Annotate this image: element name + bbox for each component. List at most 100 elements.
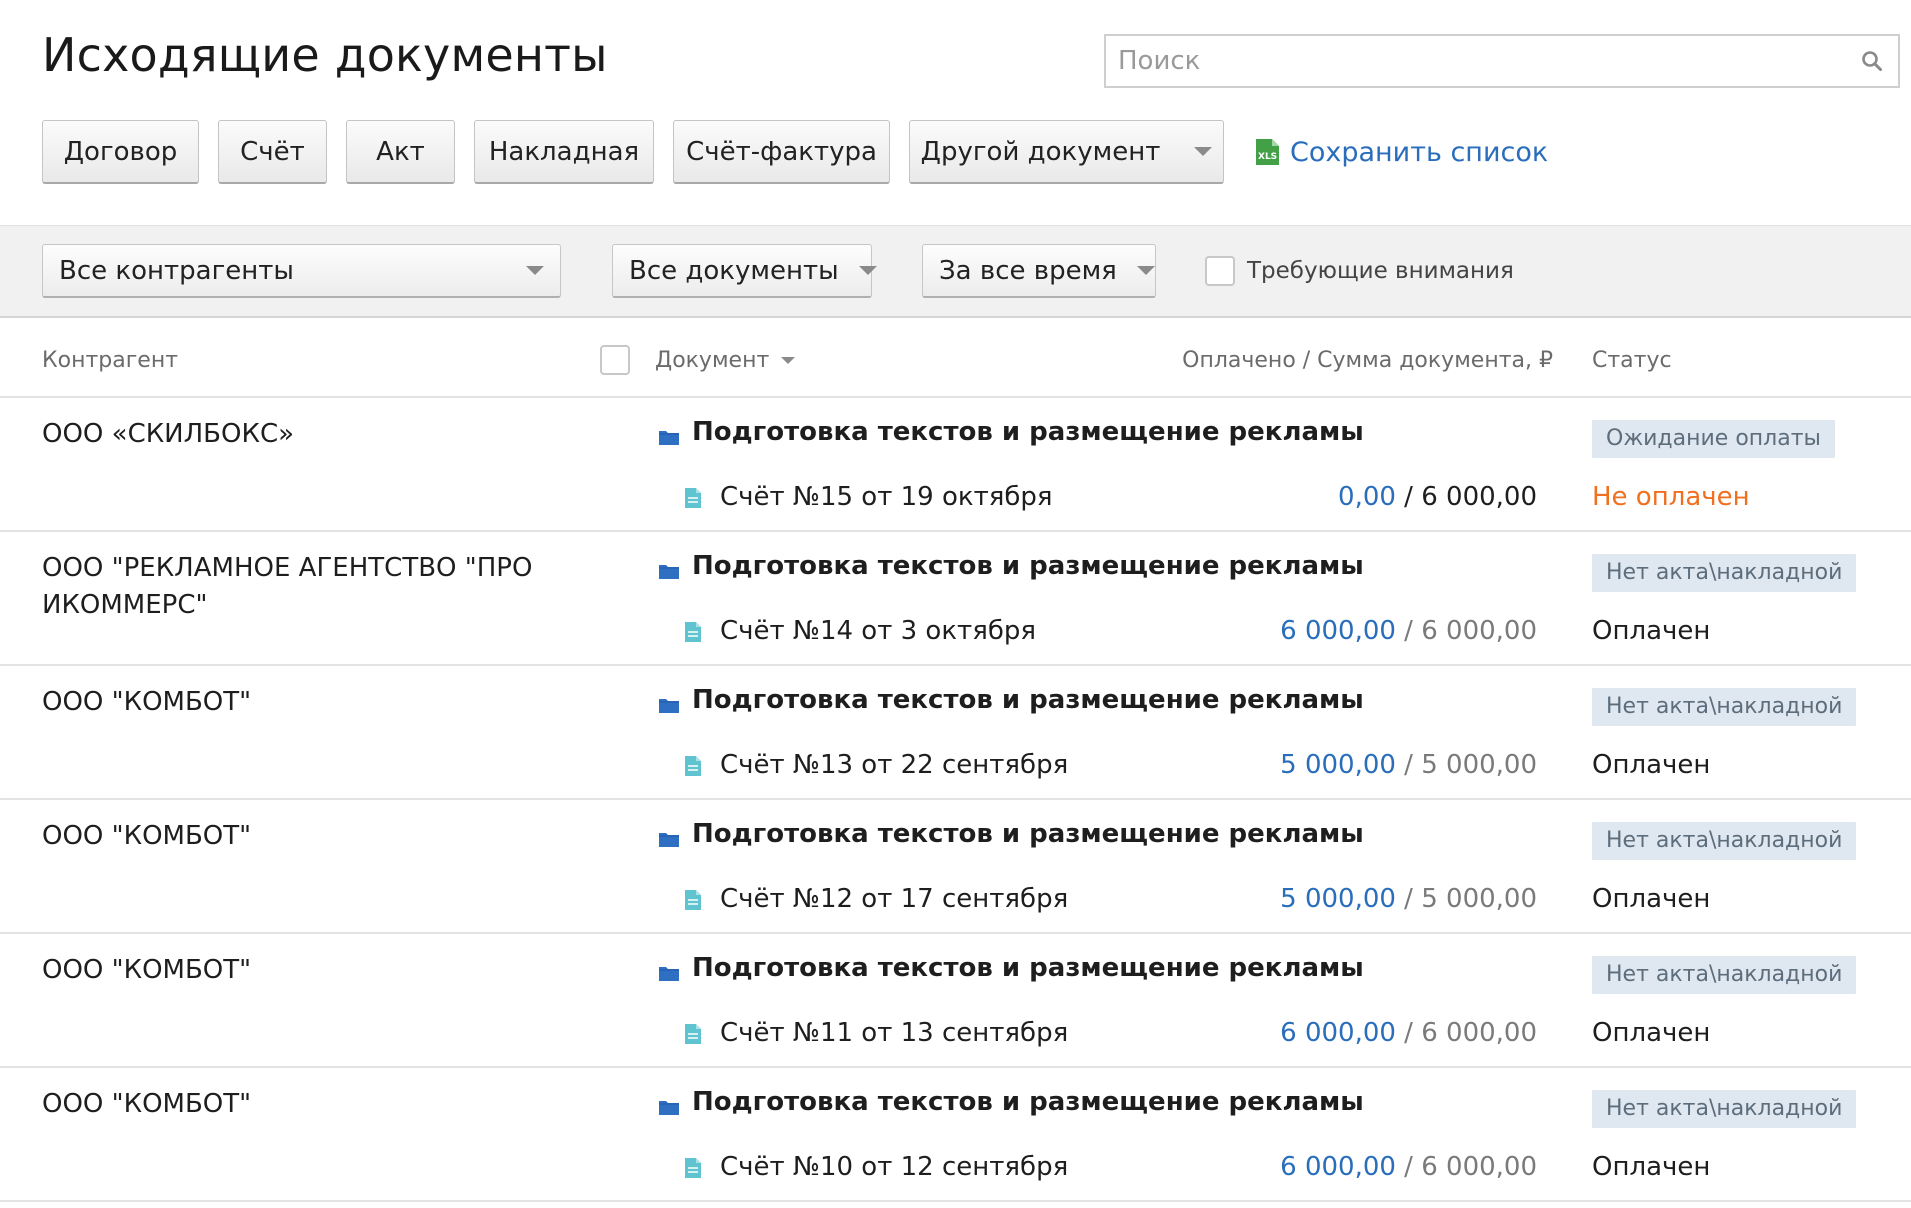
- payment-status: Оплачен: [1592, 1152, 1711, 1182]
- project-link[interactable]: Подготовка текстов и размещение рекламы: [658, 685, 1364, 715]
- amount-separator: /: [1395, 616, 1422, 646]
- status-badge: Нет акта\накладной: [1592, 956, 1857, 994]
- paid-amount: 5 000,00: [1280, 750, 1396, 780]
- contract-button[interactable]: Договор: [42, 120, 199, 184]
- amount-separator: /: [1395, 1018, 1422, 1048]
- amount: 5 000,00 / 5 000,00: [1280, 750, 1537, 780]
- status-badge: Нет акта\накладной: [1592, 554, 1857, 592]
- paid-amount: 0,00: [1338, 482, 1396, 512]
- invoice-title: Счёт №11 от 13 сентября: [720, 1018, 1069, 1048]
- total-amount: 6 000,00: [1421, 1018, 1537, 1048]
- counterparty-name: ООО «СКИЛБОКС»: [42, 419, 295, 449]
- counterparty-name: ООО "КОМБОТ": [42, 1089, 252, 1119]
- document-icon: [684, 1022, 702, 1044]
- waybill-button[interactable]: Накладная: [474, 120, 654, 184]
- amount: 6 000,00 / 6 000,00: [1280, 1018, 1537, 1048]
- sort-down-icon: [781, 357, 796, 364]
- project-link[interactable]: Подготовка текстов и размещение рекламы: [658, 819, 1364, 849]
- status-badge: Нет акта\накладной: [1592, 1090, 1857, 1128]
- document-type-buttons: Договор Счёт Акт Накладная Счёт-фактура …: [42, 120, 1548, 184]
- attention-label: Требующие внимания: [1247, 258, 1514, 284]
- folder-icon: [658, 557, 680, 579]
- documents-filter[interactable]: Все документы: [612, 244, 877, 298]
- counterparty-filter[interactable]: Все контрагенты: [42, 244, 561, 298]
- documents-filter-label: Все документы: [629, 255, 839, 286]
- project-link[interactable]: Подготовка текстов и размещение рекламы: [658, 551, 1364, 581]
- page-title: Исходящие документы: [42, 28, 608, 82]
- column-document: Документ: [655, 348, 770, 373]
- invoice-button-label: Счёт: [240, 136, 305, 167]
- amount-separator: /: [1395, 482, 1422, 512]
- project-title: Подготовка текстов и размещение рекламы: [692, 551, 1364, 581]
- paid-amount: 6 000,00: [1280, 1018, 1396, 1048]
- folder-icon: [658, 825, 680, 847]
- invoice-link[interactable]: Счёт №12 от 17 сентября: [684, 884, 1068, 914]
- project-link[interactable]: Подготовка текстов и размещение рекламы: [658, 1087, 1364, 1117]
- search-input[interactable]: [1106, 36, 1850, 86]
- attention-filter[interactable]: Требующие внимания: [1205, 256, 1514, 286]
- project-link[interactable]: Подготовка текстов и размещение рекламы: [658, 417, 1364, 447]
- chevron-down-icon: [858, 266, 877, 275]
- document-icon: [684, 754, 702, 776]
- project-title: Подготовка текстов и размещение рекламы: [692, 417, 1364, 447]
- attention-checkbox[interactable]: [1205, 256, 1235, 286]
- other-document-dropdown[interactable]: Другой документ: [909, 120, 1224, 184]
- table-header: Контрагент Документ Оплачено / Сумма док…: [0, 318, 1911, 398]
- invoice-title: Счёт №10 от 12 сентября: [720, 1152, 1069, 1182]
- amount-separator: /: [1395, 1152, 1422, 1182]
- folder-icon: [658, 959, 680, 981]
- column-document-sort[interactable]: Документ: [655, 348, 796, 373]
- search-icon[interactable]: [1850, 39, 1894, 83]
- total-amount: 6 000,00: [1421, 482, 1537, 512]
- waybill-button-label: Накладная: [488, 136, 640, 167]
- status-badge: Нет акта\накладной: [1592, 822, 1857, 860]
- document-icon: [684, 486, 702, 508]
- invoice-link[interactable]: Счёт №13 от 22 сентября: [684, 750, 1068, 780]
- status-badge: Ожидание оплаты: [1592, 420, 1835, 458]
- counterparty-filter-label: Все контрагенты: [59, 255, 294, 286]
- amount: 6 000,00 / 6 000,00: [1280, 616, 1537, 646]
- contract-button-label: Договор: [63, 136, 178, 167]
- counterparty-name: ООО "КОМБОТ": [42, 821, 252, 851]
- counterparty-name: ООО "РЕКЛАМНОЕ АГЕНТСТВО "ПРО ИКОММЕРС": [42, 553, 533, 620]
- invoice-link[interactable]: Счёт №15 от 19 октября: [684, 482, 1053, 512]
- paid-amount: 6 000,00: [1280, 1152, 1396, 1182]
- documents-table: ООО «СКИЛБОКС» Подготовка текстов и разм…: [0, 398, 1911, 1202]
- period-filter[interactable]: За все время: [922, 244, 1156, 298]
- table-row: ООО «СКИЛБОКС» Подготовка текстов и разм…: [0, 398, 1911, 532]
- invoice-facture-button[interactable]: Счёт-фактура: [673, 120, 890, 184]
- invoice-button[interactable]: Счёт: [218, 120, 327, 184]
- table-row: ООО "КОМБОТ" Подготовка текстов и размещ…: [0, 1068, 1911, 1202]
- invoice-link[interactable]: Счёт №11 от 13 сентября: [684, 1018, 1068, 1048]
- counterparty-name: ООО "КОМБОТ": [42, 687, 252, 717]
- project-title: Подготовка текстов и размещение рекламы: [692, 953, 1364, 983]
- status-badge: Нет акта\накладной: [1592, 688, 1857, 726]
- amount: 6 000,00 / 6 000,00: [1280, 1152, 1537, 1182]
- project-title: Подготовка текстов и размещение рекламы: [692, 1087, 1364, 1117]
- search-box[interactable]: [1104, 34, 1900, 88]
- other-document-label: Другой документ: [920, 136, 1161, 167]
- folder-icon: [658, 1093, 680, 1115]
- invoice-link[interactable]: Счёт №10 от 12 сентября: [684, 1152, 1068, 1182]
- payment-status: Оплачен: [1592, 884, 1711, 914]
- save-list-link[interactable]: XLS Сохранить список: [1254, 137, 1548, 168]
- svg-text:XLS: XLS: [1258, 152, 1277, 162]
- invoice-link[interactable]: Счёт №14 от 3 октября: [684, 616, 1036, 646]
- select-all-checkbox[interactable]: [600, 345, 630, 375]
- invoice-title: Счёт №14 от 3 октября: [720, 616, 1037, 646]
- amount-separator: /: [1395, 884, 1422, 914]
- invoice-title: Счёт №13 от 22 сентября: [720, 750, 1069, 780]
- chevron-down-icon: [1136, 266, 1155, 275]
- payment-status: Оплачен: [1592, 616, 1711, 646]
- total-amount: 5 000,00: [1421, 750, 1537, 780]
- project-title: Подготовка текстов и размещение рекламы: [692, 685, 1364, 715]
- amount: 0,00 / 6 000,00: [1338, 482, 1537, 512]
- payment-status: Не оплачен: [1592, 482, 1750, 512]
- project-link[interactable]: Подготовка текстов и размещение рекламы: [658, 953, 1364, 983]
- paid-amount: 5 000,00: [1280, 884, 1396, 914]
- period-filter-label: За все время: [939, 255, 1117, 286]
- total-amount: 6 000,00: [1421, 1152, 1537, 1182]
- document-icon: [684, 620, 702, 642]
- act-button[interactable]: Акт: [346, 120, 455, 184]
- filter-bar: Все контрагенты Все документы За все вре…: [0, 225, 1911, 318]
